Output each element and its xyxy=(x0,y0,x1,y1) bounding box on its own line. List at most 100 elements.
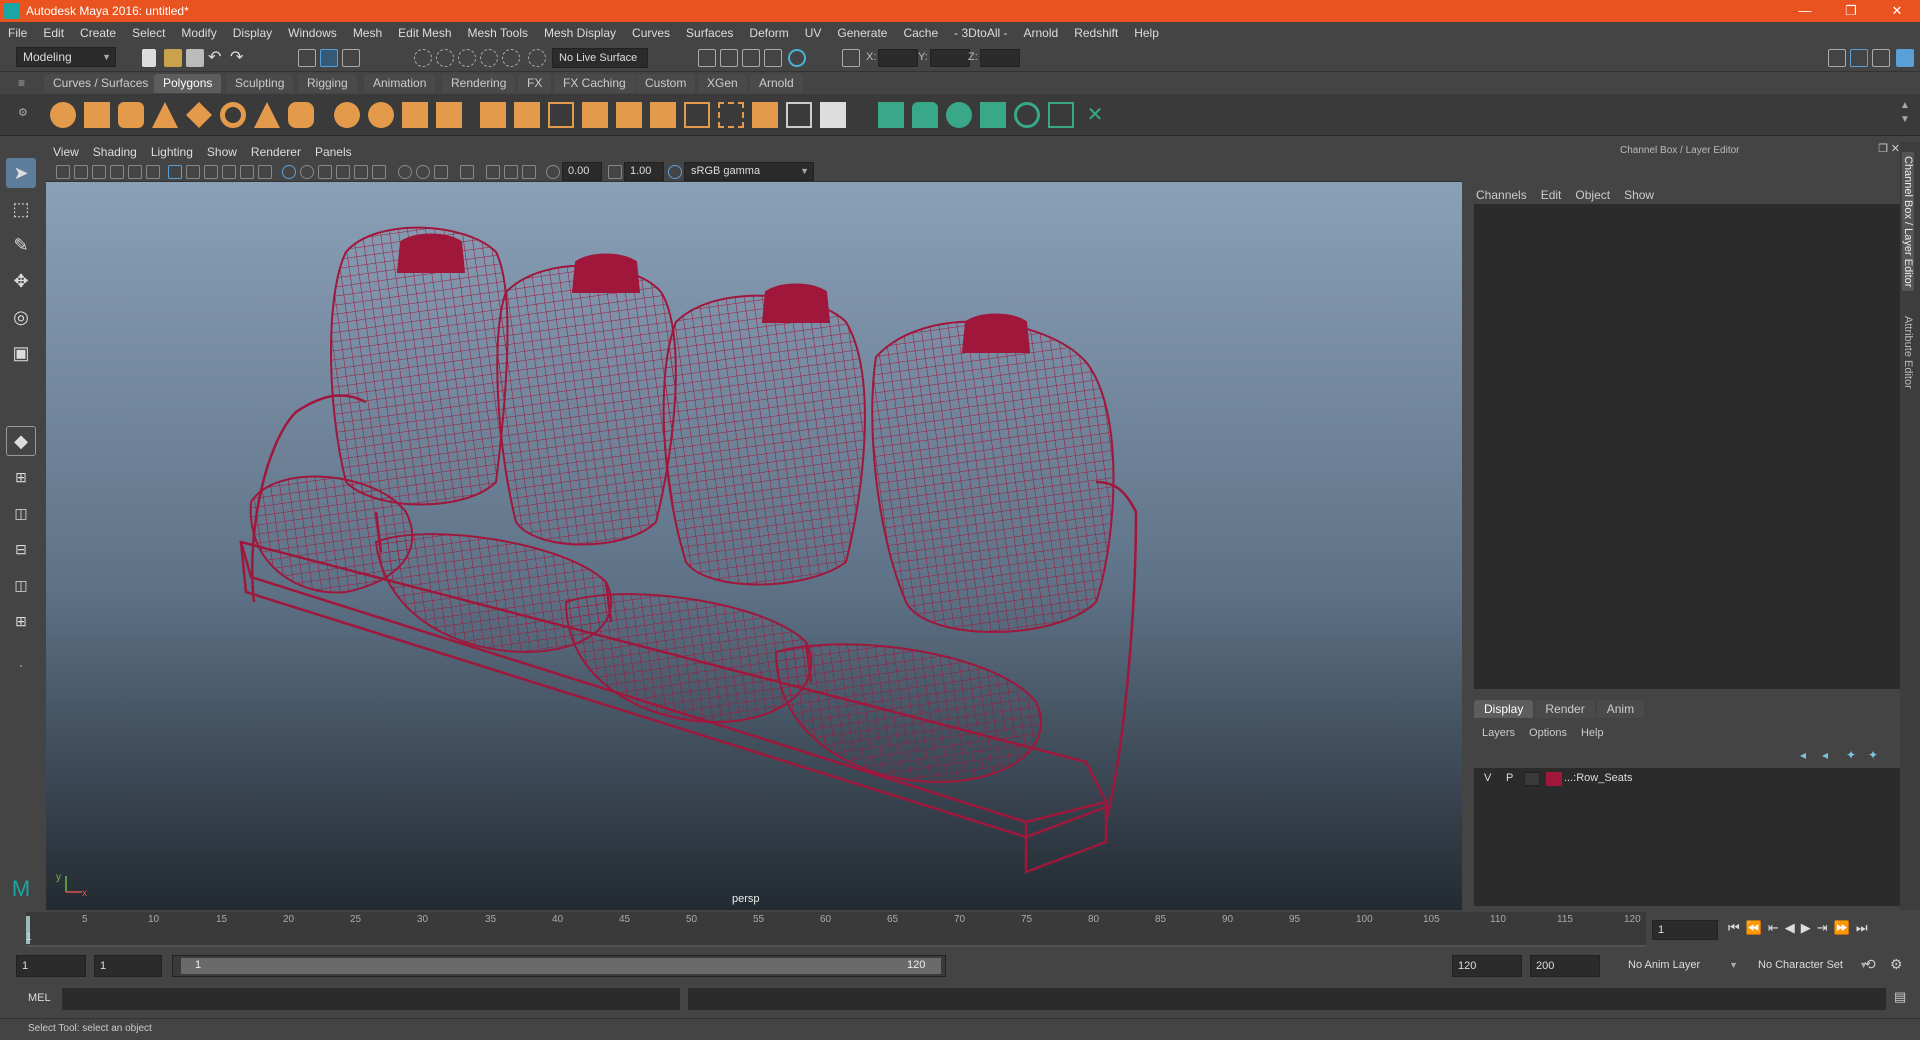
wireframe-on-shaded-icon[interactable] xyxy=(318,165,332,179)
smooth-icon[interactable] xyxy=(402,102,428,128)
menu-surfaces[interactable]: Surfaces xyxy=(678,26,741,40)
channel-box-toggle-icon[interactable] xyxy=(1896,49,1914,67)
shelf-tab-fx[interactable]: FX xyxy=(518,74,552,93)
time-slider[interactable]: 5 10 15 20 25 30 35 40 45 50 55 60 65 70… xyxy=(0,912,1920,948)
isolate-select-icon[interactable] xyxy=(460,165,474,179)
panel-menu-view[interactable]: View xyxy=(46,145,86,159)
snap-point-icon[interactable] xyxy=(458,49,476,67)
menu-edit[interactable]: Edit xyxy=(35,26,72,40)
shelf-tab-rigging[interactable]: Rigging xyxy=(298,74,357,93)
tool-settings-toggle-icon[interactable] xyxy=(1872,49,1890,67)
select-object-icon[interactable] xyxy=(320,49,338,67)
live-surface-field[interactable]: No Live Surface xyxy=(552,48,648,68)
z-coordinate-field[interactable] xyxy=(980,49,1020,67)
persp-graph-view-icon[interactable]: ⊟ xyxy=(6,534,36,564)
minimize-button[interactable]: — xyxy=(1782,0,1828,22)
textured-icon[interactable] xyxy=(336,165,350,179)
uv-layout-icon[interactable] xyxy=(1048,102,1074,128)
snap-curve-icon[interactable] xyxy=(436,49,454,67)
menu-windows[interactable]: Windows xyxy=(280,26,345,40)
side-tab-attribute-editor[interactable]: Attribute Editor xyxy=(1902,312,1914,393)
layout-more-icon[interactable]: · xyxy=(6,650,36,680)
tab-render[interactable]: Render xyxy=(1535,700,1595,718)
camera-attributes-icon[interactable] xyxy=(74,165,88,179)
rotate-tool-icon[interactable]: ◎ xyxy=(6,302,36,332)
ipr-render-icon[interactable] xyxy=(720,49,738,67)
snap-projected-icon[interactable] xyxy=(480,49,498,67)
render-current-frame-icon[interactable] xyxy=(698,49,716,67)
grease-pencil-icon[interactable] xyxy=(146,165,160,179)
side-by-side-view-icon[interactable]: ◫ xyxy=(6,498,36,528)
open-scene-icon[interactable] xyxy=(164,49,182,67)
menu-object[interactable]: Object xyxy=(1575,188,1610,202)
append-polygon-icon[interactable] xyxy=(616,102,642,128)
exposure-icon[interactable] xyxy=(546,165,560,179)
panel-menu-panels[interactable]: Panels xyxy=(308,145,359,159)
tab-anim[interactable]: Anim xyxy=(1596,700,1645,718)
menu-display[interactable]: Display xyxy=(225,26,280,40)
shelf-tab-sculpting[interactable]: Sculpting xyxy=(226,74,294,93)
shelf-scroll-down-icon[interactable]: ▼ xyxy=(1900,114,1918,132)
shelf-tab-animation[interactable]: Animation xyxy=(364,74,436,93)
poly-pipe-icon[interactable] xyxy=(288,102,314,128)
play-forwards-icon[interactable]: ▶ xyxy=(1801,920,1811,936)
shelf-settings-icon[interactable]: ⚙ xyxy=(18,106,36,124)
menu-layer-help[interactable]: Help xyxy=(1581,727,1604,739)
menu-cb-edit[interactable]: Edit xyxy=(1541,188,1562,202)
ambient-occlusion-icon[interactable] xyxy=(398,165,412,179)
range-slider-handle[interactable] xyxy=(181,958,941,974)
film-gate-icon[interactable] xyxy=(186,165,200,179)
poly-pyramid-icon[interactable] xyxy=(254,102,280,128)
gamma-field[interactable]: 1.00 xyxy=(624,162,664,181)
layer-playback-toggle[interactable]: P xyxy=(1506,772,1513,784)
shelf-tab-custom[interactable]: Custom xyxy=(636,74,696,93)
separate-icon[interactable] xyxy=(368,102,394,128)
bookmark-icon[interactable] xyxy=(92,165,106,179)
scale-tool-icon[interactable]: ▣ xyxy=(6,338,36,368)
merge-icon[interactable] xyxy=(752,102,778,128)
shelf-tab-polygons[interactable]: Polygons xyxy=(154,74,222,93)
move-layer-down-icon[interactable]: ◂ xyxy=(1822,748,1828,762)
step-back-frame-icon[interactable]: ⏪ xyxy=(1746,920,1762,936)
menu-options[interactable]: Options xyxy=(1529,727,1567,739)
persp-outliner-view-icon[interactable]: ◫ xyxy=(6,570,36,600)
shelf-tab-rendering[interactable]: Rendering xyxy=(442,74,516,93)
fill-hole-icon[interactable] xyxy=(650,102,676,128)
menu-cache[interactable]: Cache xyxy=(895,26,946,40)
planar-mapping-icon[interactable] xyxy=(878,102,904,128)
spherical-mapping-icon[interactable] xyxy=(946,102,972,128)
menu-edit-mesh[interactable]: Edit Mesh xyxy=(390,26,459,40)
poly-sphere-icon[interactable] xyxy=(50,102,76,128)
render-settings-icon[interactable] xyxy=(742,49,760,67)
snap-grid-icon[interactable] xyxy=(414,49,432,67)
menu-generate[interactable]: Generate xyxy=(829,26,895,40)
x-coordinate-field[interactable] xyxy=(878,49,918,67)
gate-mask-icon[interactable] xyxy=(222,165,236,179)
menu-deform[interactable]: Deform xyxy=(741,26,796,40)
select-tool-icon[interactable]: ➤ xyxy=(6,158,36,188)
mel-label[interactable]: MEL xyxy=(28,992,51,1004)
cylindrical-mapping-icon[interactable] xyxy=(912,102,938,128)
layer-name[interactable]: ...:Row_Seats xyxy=(1564,772,1632,784)
panel-menu-renderer[interactable]: Renderer xyxy=(244,145,308,159)
shadows-icon[interactable] xyxy=(372,165,386,179)
channel-list[interactable] xyxy=(1474,204,1900,689)
side-tab-channel-box[interactable]: Channel Box / Layer Editor xyxy=(1902,152,1914,292)
step-forward-key-icon[interactable]: ⇥ xyxy=(1817,920,1828,936)
insert-edge-loop-icon[interactable] xyxy=(684,102,710,128)
wireframe-seats-model[interactable] xyxy=(46,182,1462,910)
gamma-icon[interactable] xyxy=(608,165,622,179)
make-live-icon[interactable] xyxy=(528,49,546,67)
xray-joints-icon[interactable] xyxy=(504,165,518,179)
color-management-icon[interactable] xyxy=(668,165,682,179)
panel-menu-lighting[interactable]: Lighting xyxy=(144,145,200,159)
2d-pan-zoom-icon[interactable] xyxy=(128,165,142,179)
uv-editor-icon[interactable] xyxy=(1014,102,1040,128)
scene-end-field[interactable]: 200 xyxy=(1530,955,1600,977)
bevel-icon[interactable] xyxy=(582,102,608,128)
xray-icon[interactable] xyxy=(486,165,500,179)
shelf-tab-fx-caching[interactable]: FX Caching xyxy=(554,74,635,93)
menu-3dtoall[interactable]: - 3DtoAll - xyxy=(946,26,1015,40)
lasso-tool-icon[interactable]: ⬚ xyxy=(6,194,36,224)
script-editor-icon[interactable]: ▤ xyxy=(1894,989,1906,1005)
